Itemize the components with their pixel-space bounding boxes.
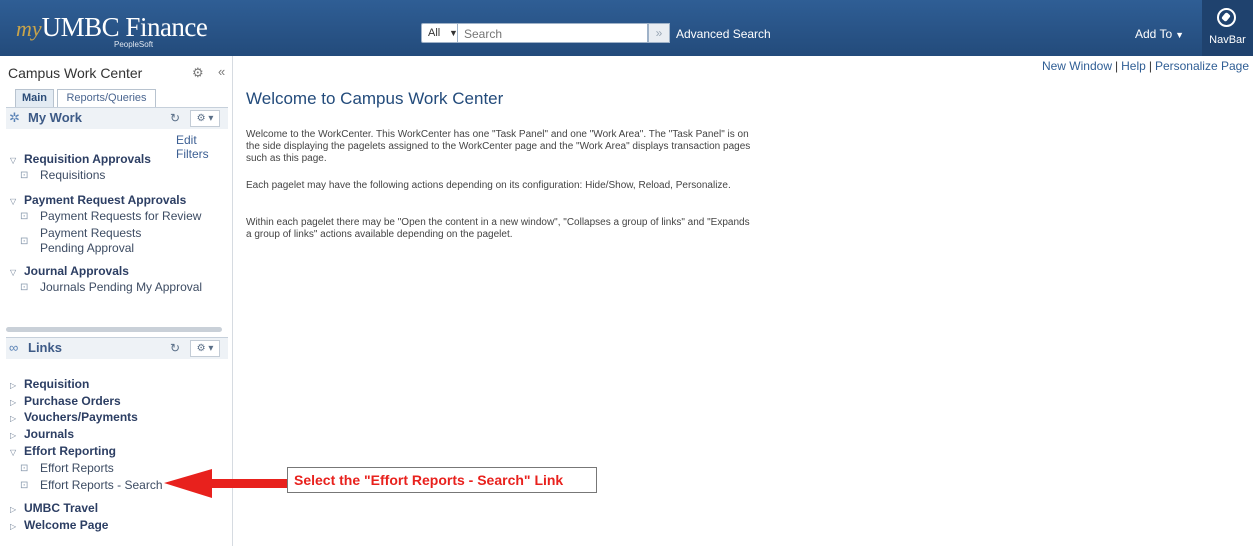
triangle-right-icon: ▷ <box>10 505 17 514</box>
umbc-finance-logo[interactable]: myUMBC Finance PeopleSoft <box>16 12 208 49</box>
reload-icon[interactable]: ↻ <box>170 341 180 355</box>
group-payment-request-approvals[interactable]: ▽ Payment Request Approvals <box>10 193 186 207</box>
chevron-down-icon: ▼ <box>1175 30 1185 40</box>
search-scope-dropdown[interactable]: All ▼ <box>421 23 458 43</box>
help-link[interactable]: Help <box>1121 59 1146 73</box>
pagelet-splitter[interactable] <box>6 327 222 332</box>
link-effort-reports[interactable]: ⊡ Effort Reports <box>20 461 114 476</box>
instruction-callout: Select the "Effort Reports - Search" Lin… <box>287 467 597 493</box>
reload-icon[interactable]: ↻ <box>170 111 180 125</box>
links-group-welcome-page[interactable]: ▷ Welcome Page <box>10 518 108 532</box>
triangle-right-icon: ▷ <box>10 381 17 390</box>
document-icon: ⊡ <box>20 170 29 181</box>
link-requisitions[interactable]: ⊡ Requisitions <box>20 168 105 183</box>
triangle-down-icon: ▽ <box>10 268 17 277</box>
links-group-requisition[interactable]: ▷ Requisition <box>10 377 89 391</box>
edit-filters-link[interactable]: Edit Filters <box>176 133 232 161</box>
triangle-down-icon: ▽ <box>10 156 17 165</box>
document-icon: ⊡ <box>20 211 29 222</box>
navbar-button[interactable]: NavBar <box>1202 0 1253 56</box>
personalize-page-link[interactable]: Personalize Page <box>1155 59 1249 73</box>
collapse-panel-icon[interactable]: « <box>218 64 225 79</box>
link-payment-requests-pending[interactable]: ⊡Payment Requests Pending Approval <box>20 226 170 256</box>
triangle-right-icon: ▷ <box>10 414 17 423</box>
link-payment-requests-review[interactable]: ⊡ Payment Requests for Review <box>20 209 201 224</box>
links-group-purchase-orders[interactable]: ▷ Purchase Orders <box>10 394 121 408</box>
links-group-effort-reporting[interactable]: ▽ Effort Reporting <box>10 444 116 458</box>
panel-title: Campus Work Center <box>8 65 143 81</box>
document-icon: ⊡ <box>20 480 29 491</box>
group-requisition-approvals[interactable]: ▽ Requisition Approvals <box>10 152 151 166</box>
new-window-link[interactable]: New Window <box>1042 59 1112 73</box>
document-icon: ⊡ <box>20 282 29 293</box>
cogs-icon: ✲ <box>9 110 20 125</box>
tab-main[interactable]: Main <box>15 89 54 107</box>
triangle-right-icon: ▷ <box>10 398 17 407</box>
pagelet-options-menu[interactable]: ⚙ ▾ <box>190 340 220 357</box>
triangle-down-icon: ▽ <box>10 448 17 457</box>
document-icon: ⊡ <box>20 463 29 474</box>
link-effort-reports-search[interactable]: ⊡ Effort Reports - Search <box>20 478 163 493</box>
links-group-vouchers-payments[interactable]: ▷ Vouchers/Payments <box>10 410 138 424</box>
triangle-right-icon: ▷ <box>10 431 17 440</box>
links-group-journals[interactable]: ▷ Journals <box>10 427 74 441</box>
link-journals-pending[interactable]: ⊡ Journals Pending My Approval <box>20 280 202 295</box>
document-icon: ⊡ <box>20 236 29 247</box>
task-panel: Campus Work Center ⚙ « Main Reports/Quer… <box>0 56 233 546</box>
actions-paragraph: Each pagelet may have the following acti… <box>246 180 731 191</box>
search-input[interactable] <box>458 23 648 43</box>
add-to-menu[interactable]: Add To ▼ <box>1135 27 1184 41</box>
page-title: Welcome to Campus Work Center <box>246 89 504 108</box>
gear-icon[interactable]: ⚙ <box>192 65 204 81</box>
pagelet-actions-paragraph: Within each pagelet there may be "Open t… <box>246 217 750 240</box>
pagelet-options-menu[interactable]: ⚙ ▾ <box>190 110 220 127</box>
search-go-button[interactable]: » <box>648 23 670 43</box>
compass-icon <box>1217 8 1236 27</box>
triangle-right-icon: ▷ <box>10 522 17 531</box>
triangle-down-icon: ▽ <box>10 197 17 206</box>
chevron-down-icon: ▼ <box>449 28 458 38</box>
links-pagelet-header: ∞ Links ↻ ⚙ ▾ <box>6 337 228 359</box>
links-group-umbc-travel[interactable]: ▷ UMBC Travel <box>10 501 98 515</box>
intro-paragraph: Welcome to the WorkCenter. This WorkCent… <box>246 129 751 164</box>
my-work-pagelet-header: ✲ My Work ↻ ⚙ ▾ <box>6 107 228 129</box>
advanced-search-link[interactable]: Advanced Search <box>676 27 771 41</box>
page-actions: New Window | Help | Personalize Page <box>1041 59 1249 73</box>
tab-reports-queries[interactable]: Reports/Queries <box>57 89 156 107</box>
group-journal-approvals[interactable]: ▽ Journal Approvals <box>10 264 129 278</box>
paperclip-icon: ∞ <box>9 340 19 355</box>
top-banner: myUMBC Finance PeopleSoft All▼ » Advance… <box>0 0 1253 56</box>
